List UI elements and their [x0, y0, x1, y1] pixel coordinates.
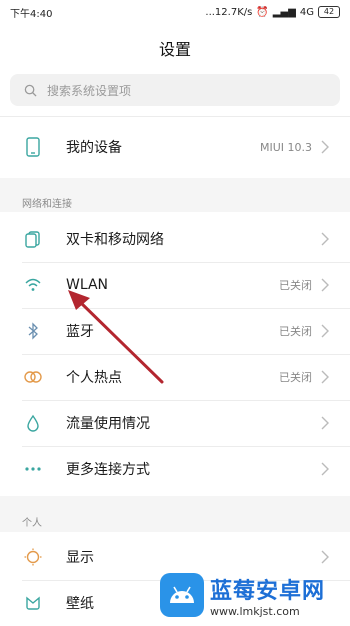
- my-device-label: 我的设备: [66, 140, 122, 156]
- status-bar: 下午4:40 ...12.7K/s ⏰ ▂▄▆ 4G 42: [0, 0, 350, 24]
- bluetooth-row[interactable]: 蓝牙 已关闭: [0, 308, 350, 354]
- bluetooth-label: 蓝牙: [66, 324, 94, 340]
- my-device-row[interactable]: 我的设备 MIUI 10.3: [0, 124, 350, 170]
- sim-cards-icon: [22, 228, 44, 250]
- hotspot-status: 已关闭: [279, 371, 312, 384]
- network-type: 4G: [299, 6, 314, 18]
- search-placeholder: 搜索系统设置项: [47, 83, 132, 98]
- status-time: 下午4:40: [10, 8, 53, 20]
- chevron-right-icon: [321, 278, 329, 292]
- chevron-right-icon: [321, 324, 329, 338]
- watermark-title: 蓝莓安卓网: [210, 578, 326, 604]
- wallpaper-icon: [22, 592, 44, 614]
- chevron-right-icon: [321, 462, 329, 476]
- brightness-icon: [22, 546, 44, 568]
- section-band: [0, 496, 350, 532]
- wlan-row[interactable]: WLAN 已关闭: [0, 262, 350, 308]
- hotspot-icon: [22, 366, 44, 388]
- section-network-label: 网络和连接: [22, 199, 72, 210]
- chevron-right-icon: [321, 140, 329, 154]
- bluetooth-status: 已关闭: [279, 325, 312, 338]
- network-speed: ...12.7K/s: [205, 6, 253, 18]
- battery-level: 42: [318, 6, 340, 18]
- sim-mobile-network-row[interactable]: 双卡和移动网络: [0, 216, 350, 262]
- page-title: 设置: [158, 40, 191, 59]
- data-usage-row[interactable]: 流量使用情况: [0, 400, 350, 446]
- wlan-status: 已关闭: [279, 279, 312, 292]
- miui-version: MIUI 10.3: [259, 140, 312, 154]
- sim-label: 双卡和移动网络: [66, 232, 164, 248]
- watermark-url: www.lmkjst.com: [210, 604, 300, 618]
- chevron-right-icon: [321, 232, 329, 246]
- status-indicators: ...12.7K/s ⏰ ▂▄▆ 4G 42: [205, 6, 340, 18]
- data-usage-label: 流量使用情况: [66, 416, 150, 432]
- search-icon: [24, 84, 37, 97]
- wlan-label: WLAN: [66, 277, 109, 293]
- wifi-icon: [22, 274, 44, 296]
- phone-icon: [22, 136, 44, 158]
- display-label: 显示: [66, 550, 94, 566]
- chevron-right-icon: [321, 416, 329, 430]
- chevron-right-icon: [321, 370, 329, 384]
- more-connections-label: 更多连接方式: [66, 462, 150, 478]
- search-input[interactable]: 搜索系统设置项: [10, 74, 340, 106]
- bluetooth-icon: [22, 320, 44, 342]
- divider: [0, 116, 350, 117]
- data-usage-icon: [22, 412, 44, 434]
- signal-icon: ▂▄▆: [272, 6, 296, 18]
- more-connections-row[interactable]: 更多连接方式: [0, 446, 350, 492]
- more-connections-icon: [22, 458, 44, 480]
- chevron-right-icon: [321, 550, 329, 564]
- hotspot-row[interactable]: 个人热点 已关闭: [0, 354, 350, 400]
- android-robot-icon: [160, 573, 204, 617]
- hotspot-label: 个人热点: [66, 370, 122, 386]
- section-personal-label: 个人: [22, 518, 42, 529]
- alarm-icon: ⏰: [256, 6, 269, 18]
- watermark-logo: 蓝莓安卓网 www.lmkjst.com: [160, 568, 350, 622]
